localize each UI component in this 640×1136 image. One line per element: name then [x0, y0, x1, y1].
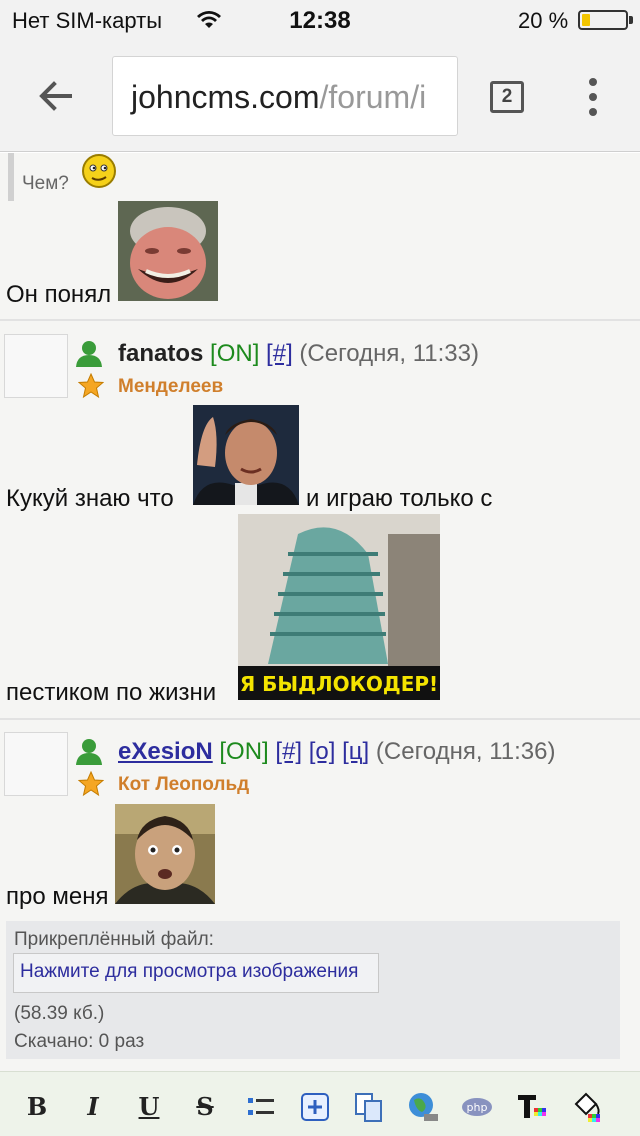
bydlokoder-image: Я БЫДЛОКОДЕР! — [238, 514, 440, 700]
user-status: Кот Леопольд — [118, 774, 250, 795]
star-icon — [78, 373, 104, 399]
post-text: пестиком по жизни — [6, 679, 217, 706]
italic-button[interactable]: I — [76, 1090, 110, 1124]
text-color-icon[interactable] — [514, 1090, 548, 1124]
username[interactable]: eXesioN — [118, 738, 213, 765]
more-vert-icon[interactable] — [582, 76, 604, 118]
tabs-icon[interactable]: 2 — [490, 81, 524, 113]
online-badge: [ON] — [219, 738, 269, 765]
url-globe-icon[interactable] — [406, 1090, 440, 1124]
post-divider — [0, 319, 640, 321]
laughing-face-image — [118, 201, 218, 301]
url-path: /forum/i — [319, 79, 427, 115]
screen: { "status_bar": { "carrier": "Нет SIM-ка… — [0, 0, 640, 1136]
post-header: fanatos [ON] [#] (Сегодня, 11:33) — [118, 340, 479, 368]
copy-icon[interactable] — [352, 1090, 386, 1124]
php-icon[interactable]: php — [460, 1090, 494, 1124]
user-online-icon — [76, 739, 102, 765]
man-grimace-image — [115, 804, 215, 904]
post-divider — [0, 718, 640, 720]
online-badge: [ON] — [210, 340, 260, 367]
battery-fill — [582, 14, 590, 26]
bbcode-toolbar: B I U S php — [0, 1071, 640, 1136]
battery-tip — [629, 16, 633, 24]
post-header: eXesioN [ON] [#] [о] [ц] (Сегодня, 11:36… — [118, 738, 555, 766]
view-image-button[interactable]: Нажмите для просмотра изображения — [13, 953, 379, 993]
bold-button[interactable]: B — [20, 1090, 54, 1124]
permalink[interactable]: [#] — [266, 340, 293, 367]
browser-toolbar: johncms.com/forum/i 2 — [0, 40, 640, 152]
quote-bar — [8, 153, 14, 201]
user-online-icon — [76, 341, 102, 367]
battery-percent: 20 % — [518, 8, 569, 33]
post-date: (Сегодня, 11:33) — [299, 340, 479, 367]
username[interactable]: fanatos — [118, 340, 203, 367]
quote-text: Чем? — [22, 173, 69, 194]
star-icon — [78, 771, 104, 797]
attachment-label: Прикреплённый файл: — [14, 929, 214, 950]
strike-button[interactable]: S — [188, 1090, 222, 1124]
avatar[interactable] — [4, 334, 68, 398]
bg-color-icon[interactable] — [570, 1090, 604, 1124]
svg-text:php: php — [467, 1101, 488, 1114]
url-host: johncms.com — [131, 79, 320, 115]
status-bar: Нет SIM-карты 12:38 20 % — [0, 0, 640, 40]
list-icon[interactable] — [244, 1090, 278, 1124]
man-face-image — [193, 405, 299, 505]
forum-content: Чем? Он понял fanatos [ON] [#] (Сегодня,… — [0, 153, 640, 1136]
attachment-box: Прикреплённый файл: Нажмите для просмотр… — [6, 921, 620, 1059]
address-bar[interactable]: johncms.com/forum/i — [112, 56, 458, 136]
user-status: Менделеев — [118, 376, 224, 397]
quote-link[interactable]: [ц] — [342, 738, 369, 765]
spoiler-icon[interactable] — [298, 1090, 332, 1124]
post-text: Кукуй знаю что — [6, 485, 174, 512]
post-text: Он понял — [6, 281, 112, 308]
underline-button[interactable]: U — [132, 1090, 166, 1124]
arrow-left-icon[interactable] — [34, 74, 78, 118]
reply-link[interactable]: [о] — [309, 738, 336, 765]
post-date: (Сегодня, 11:36) — [375, 738, 556, 765]
file-size: (58.39 кб.) — [14, 1003, 105, 1024]
image-caption: Я БЫДЛОКОДЕР! — [240, 672, 438, 696]
avatar[interactable] — [4, 732, 68, 796]
battery-icon — [578, 10, 628, 30]
smiley-icon — [82, 154, 116, 188]
download-count: Скачано: 0 раз — [14, 1031, 145, 1052]
post-text: про меня — [6, 883, 109, 910]
permalink[interactable]: [#] — [275, 738, 302, 765]
post-text: и играю только с — [306, 485, 493, 512]
